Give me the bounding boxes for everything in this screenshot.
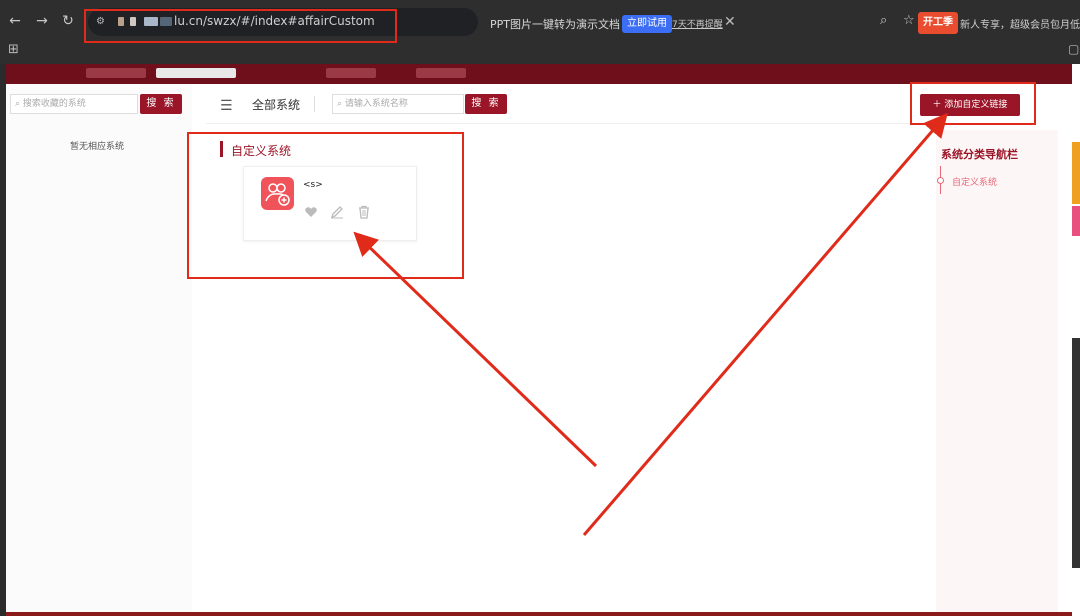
arrow-to-card [353,231,598,468]
annotation-arrows [353,112,948,536]
arrow-to-add-button [582,112,948,536]
